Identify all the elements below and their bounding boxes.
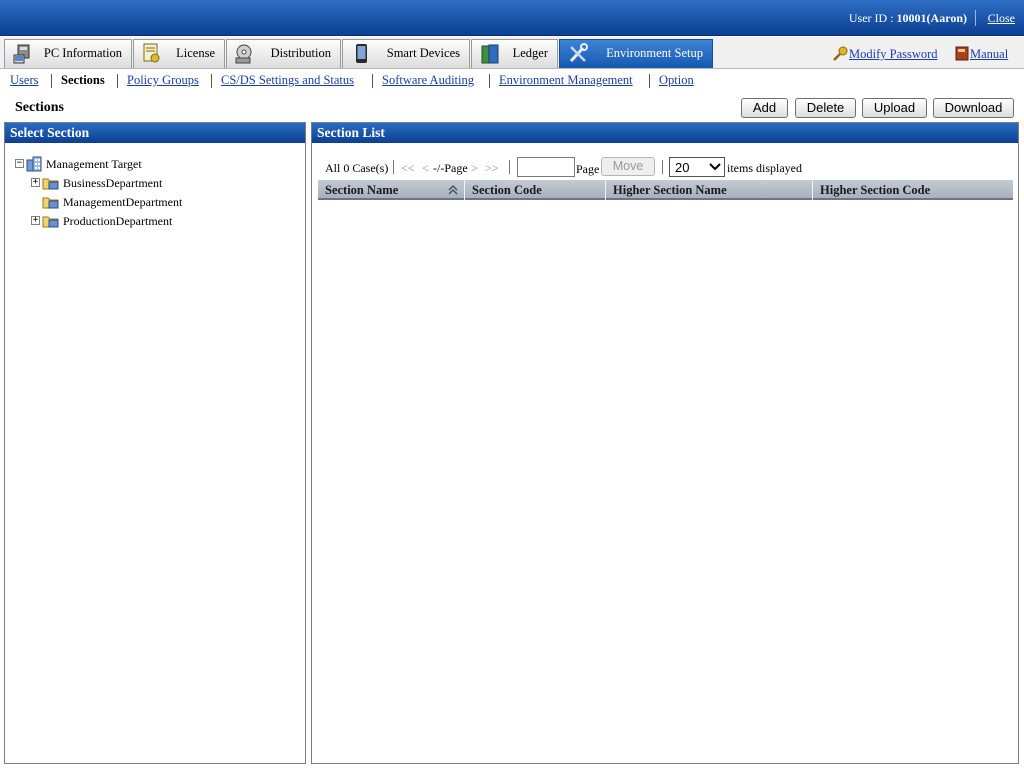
subnav-option[interactable]: Option — [659, 73, 694, 88]
folder-icon — [42, 216, 59, 228]
tab-ledger[interactable]: Ledger — [471, 39, 558, 68]
tree-item-label: ProductionDepartment — [63, 214, 173, 228]
column-higher-section-code[interactable]: Higher Section Code — [813, 180, 1013, 200]
tree-item-label: ManagementDepartment — [63, 195, 183, 209]
items-per-page-value: 20 — [675, 160, 690, 175]
page-info: -/-Page — [433, 161, 468, 175]
tree-root[interactable]: − Management Target — [15, 155, 215, 173]
pager-divider — [509, 160, 510, 174]
last-page-link[interactable]: >> — [485, 161, 499, 176]
folder-icon — [42, 178, 59, 190]
delete-button[interactable]: Delete — [795, 98, 856, 118]
tab-environment-setup[interactable]: Environment Setup — [559, 39, 713, 68]
first-page-link[interactable]: << — [401, 161, 415, 176]
column-section-name[interactable]: Section Name — [318, 180, 465, 200]
tree-item-production-department[interactable]: + ProductionDepartment — [31, 212, 251, 230]
tree-root-label: Management Target — [46, 157, 142, 171]
tree-item-business-department[interactable]: + BusinessDepartment — [31, 174, 251, 192]
pager-divider — [662, 160, 663, 174]
subnav-divider — [51, 74, 52, 88]
subnav-divider — [372, 74, 373, 88]
column-higher-section-name[interactable]: Higher Section Name — [606, 180, 813, 200]
tree-item-management-department[interactable]: ManagementDepartment — [31, 193, 251, 211]
page-number-input[interactable] — [517, 157, 575, 177]
folder-icon — [42, 197, 59, 209]
chevron-down-icon — [709, 163, 721, 171]
tree-item-label: BusinessDepartment — [63, 176, 163, 190]
user-id-display: User ID : 10001(Aaron) — [848, 11, 967, 25]
subnav-divider — [117, 74, 118, 88]
add-button[interactable]: Add — [741, 98, 788, 118]
book-icon — [955, 46, 969, 61]
subnav-software-auditing[interactable]: Software Auditing — [382, 73, 474, 88]
section-list-header: Section List — [312, 123, 1018, 143]
pager-bar: All 0 Case(s) << < -/-Page > >> Page Mov… — [325, 157, 1015, 179]
next-page-link[interactable]: > — [471, 161, 478, 176]
download-button[interactable]: Download — [933, 98, 1014, 118]
manual-link-group: Manual — [955, 46, 1008, 62]
expand-icon[interactable]: + — [31, 216, 40, 225]
section-list-panel: Section List All 0 Case(s) << < -/-Page … — [311, 122, 1019, 764]
building-icon — [26, 156, 42, 172]
tab-license[interactable]: License — [133, 39, 225, 68]
pager-divider — [393, 160, 394, 174]
sub-navigation: Users Sections Policy Groups CS/DS Setti… — [0, 70, 1024, 92]
prev-page-link[interactable]: < — [422, 161, 429, 176]
header-divider — [975, 10, 976, 26]
tab-distribution[interactable]: Distribution — [226, 39, 341, 68]
tab-pc-information[interactable]: PC Information — [4, 39, 132, 68]
main-tab-bar: PC Information License Distribution Smar… — [0, 37, 1024, 69]
page-title: Sections — [15, 100, 64, 115]
record-count: All 0 Case(s) — [325, 161, 389, 175]
app-header: User ID : 10001(Aaron) Close — [0, 0, 1024, 36]
select-section-header: Select Section — [5, 123, 305, 143]
select-section-panel: Select Section − Management Target + Bus… — [4, 122, 306, 764]
items-per-page-select[interactable]: 20 — [669, 157, 725, 177]
upload-button[interactable]: Upload — [862, 98, 927, 118]
collapse-icon[interactable]: − — [15, 159, 24, 168]
column-section-code[interactable]: Section Code — [465, 180, 606, 200]
subnav-divider — [649, 74, 650, 88]
move-button[interactable]: Move — [601, 157, 655, 176]
subnav-sections[interactable]: Sections — [61, 73, 105, 88]
section-table-header: Section Name Section Code Higher Section… — [318, 180, 1013, 200]
tab-smart-devices[interactable]: Smart Devices — [342, 39, 470, 68]
subnav-environment-management[interactable]: Environment Management — [499, 73, 633, 88]
items-displayed-label: items displayed — [727, 161, 802, 175]
modify-password-link[interactable]: Modify Password — [849, 47, 938, 61]
subnav-divider — [211, 74, 212, 88]
sort-ascending-icon[interactable] — [448, 185, 458, 195]
key-icon — [833, 46, 848, 61]
subnav-divider — [489, 74, 490, 88]
expand-icon[interactable]: + — [31, 178, 40, 187]
subnav-cs-ds-settings[interactable]: CS/DS Settings and Status — [221, 73, 354, 88]
page-label: Page — [576, 162, 600, 176]
close-link[interactable]: Close — [988, 11, 1015, 26]
page-title-row: Sections Add Delete Upload Download — [0, 93, 1024, 121]
modify-password-link-group: Modify Password — [832, 46, 938, 62]
subnav-users[interactable]: Users — [10, 73, 38, 88]
subnav-policy-groups[interactable]: Policy Groups — [127, 73, 199, 88]
manual-link[interactable]: Manual — [970, 47, 1008, 61]
